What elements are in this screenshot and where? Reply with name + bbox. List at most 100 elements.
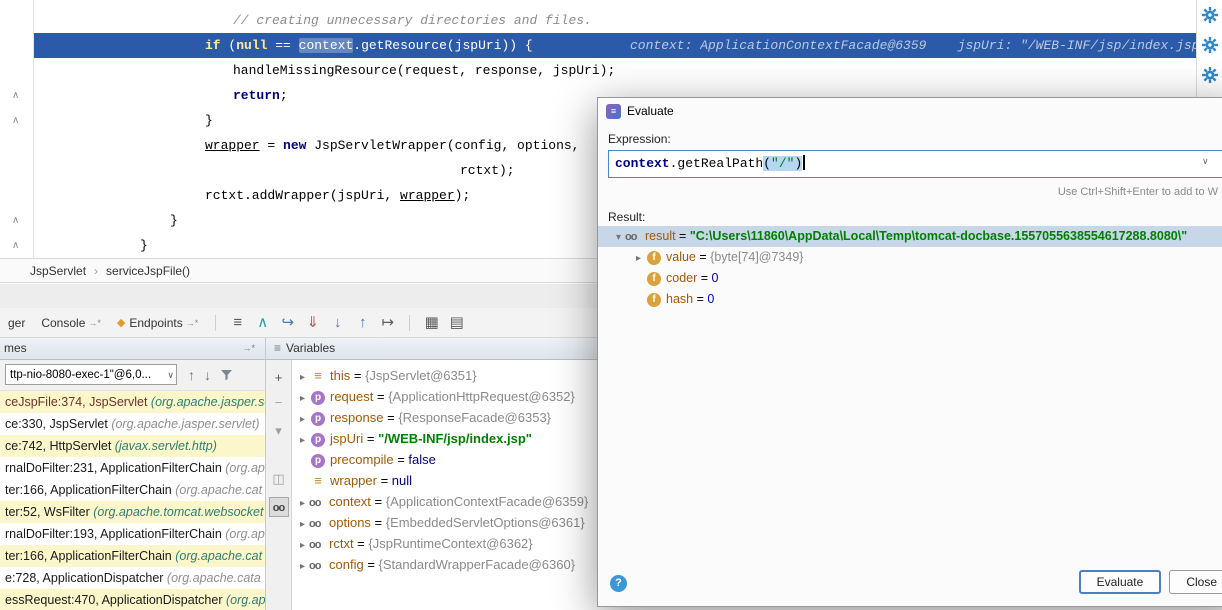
close-button[interactable]: Close	[1169, 570, 1222, 594]
add-watch-icon[interactable]: +	[269, 368, 289, 388]
variables-header-label: Variables	[286, 341, 335, 355]
expand-chevron-icon[interactable]: ▸	[296, 409, 309, 430]
expression-history-icon[interactable]: ∨	[1202, 156, 1209, 167]
fold-marker-icon[interactable]: ∧	[12, 208, 19, 233]
code-line[interactable]: }	[170, 208, 178, 233]
remove-watch-icon[interactable]: −	[269, 393, 289, 413]
code-token: ==	[267, 38, 298, 53]
frame-location: ter:52, WsFilter	[5, 505, 93, 519]
next-frame-icon[interactable]: ↓	[204, 367, 211, 383]
fold-marker-icon[interactable]: ∧	[12, 108, 19, 133]
code-line[interactable]: rctxt.addWrapper(jspUri, wrapper);	[205, 183, 470, 208]
expand-chevron-icon[interactable]: ▸	[296, 388, 309, 409]
code-line[interactable]: wrapper = new JspServletWrapper(config, …	[205, 133, 579, 158]
gear-icon[interactable]	[1201, 66, 1219, 84]
frame-row[interactable]: rnalDoFilter:231, ApplicationFilterChain…	[0, 457, 265, 479]
result-child-row[interactable]: fhash = 0	[598, 289, 1222, 310]
step-over-icon[interactable]: ↪	[275, 309, 300, 337]
tab-console[interactable]: Console→*	[33, 308, 109, 338]
frame-row[interactable]: e:728, ApplicationDispatcher (org.apache…	[0, 567, 265, 589]
expand-chevron-icon[interactable]: ▸	[296, 514, 309, 535]
frame-row[interactable]: ceJspFile:374, JspServlet (org.apache.ja…	[0, 391, 265, 413]
code-token: ;	[280, 88, 288, 103]
code-token: null	[236, 38, 267, 53]
frame-location: rnalDoFilter:193, ApplicationFilterChain	[5, 527, 225, 541]
execution-line-code: if (null == context.getResource(jspUri))…	[205, 33, 533, 58]
view-as-table-icon[interactable]: ▦	[419, 309, 444, 337]
help-icon[interactable]: ?	[610, 575, 627, 592]
execution-line[interactable]: if (null == context.getResource(jspUri))…	[33, 33, 1196, 58]
code-line[interactable]: }	[205, 108, 213, 133]
jump-to-icon[interactable]: →*	[88, 318, 101, 328]
tab-debugger[interactable]: ger	[0, 308, 33, 338]
code-token: }	[170, 213, 178, 228]
show-watches-icon[interactable]: oo	[269, 497, 289, 517]
fold-marker-icon[interactable]: ∧	[12, 233, 19, 258]
field-icon: f	[647, 251, 661, 265]
previous-frame-icon[interactable]: ↑	[188, 367, 195, 383]
frame-row[interactable]: ter:166, ApplicationFilterChain (org.apa…	[0, 479, 265, 501]
fold-marker-icon[interactable]: ∧	[12, 83, 19, 108]
field-name: value	[666, 250, 696, 264]
parameter-icon: p	[311, 433, 325, 447]
tab-endpoints[interactable]: ◆Endpoints→*	[109, 308, 206, 338]
expand-chevron-icon[interactable]: ▸	[296, 535, 309, 556]
expression-token: context	[615, 156, 670, 171]
code-line[interactable]: }	[140, 233, 148, 258]
force-step-into-icon[interactable]: ⇓	[300, 309, 325, 337]
frame-row[interactable]: ce:742, HttpServlet (javax.servlet.http)	[0, 435, 265, 457]
collapse-chevron-icon[interactable]: ▾	[612, 227, 625, 247]
frame-row[interactable]: essRequest:470, ApplicationDispatcher (o…	[0, 589, 265, 610]
result-child-row[interactable]: ▸fvalue = {byte[74]@7349}	[598, 247, 1222, 268]
code-line[interactable]: // creating unnecessary directories and …	[233, 8, 592, 33]
editor-gutter: ∧∧∧∧	[0, 0, 34, 258]
code-line[interactable]: rctxt);	[460, 158, 515, 183]
expand-chevron-icon[interactable]: ▸	[296, 367, 309, 388]
layout-settings-icon[interactable]: ▤	[444, 309, 469, 337]
chevron-down-icon[interactable]: ∨	[167, 365, 174, 385]
frame-row[interactable]: ter:166, ApplicationFilterChain (org.apa…	[0, 545, 265, 567]
show-execution-point-icon[interactable]: ∧	[250, 309, 275, 337]
watch-glasses-icon: oo	[309, 535, 326, 556]
expand-chevron-icon[interactable]: ▸	[296, 556, 309, 577]
result-name: result	[645, 229, 676, 243]
jump-to-icon[interactable]: →*	[186, 318, 199, 328]
result-row[interactable]: ▾ooresult = "C:\Users\11860\AppData\Loca…	[598, 226, 1222, 247]
jump-to-source-icon[interactable]: →*	[242, 338, 255, 359]
restore-layout-icon[interactable]: ≡	[225, 309, 250, 337]
breadcrumb-item-method[interactable]: serviceJspFile()	[106, 264, 190, 278]
duplicate-watch-icon[interactable]: ◫	[269, 469, 289, 489]
frames-panel-header[interactable]: mes →*	[0, 338, 266, 360]
code-token: wrapper	[205, 138, 260, 153]
evaluate-dialog-titlebar[interactable]: ≡ Evaluate	[598, 98, 1222, 124]
expand-chevron-icon[interactable]: ▸	[632, 248, 645, 268]
thread-selector[interactable]: ttp-nio-8080-exec-1"@6,0... ∨	[5, 364, 177, 385]
frame-row[interactable]: ter:52, WsFilter (org.apache.tomcat.webs…	[0, 501, 265, 523]
gear-icon[interactable]	[1201, 6, 1219, 24]
run-to-cursor-icon[interactable]: ↦	[375, 309, 400, 337]
move-watch-down-icon[interactable]: ▾	[269, 421, 289, 441]
evaluate-dialog-icon: ≡	[606, 104, 621, 119]
expression-input[interactable]: context.getRealPath("/")	[608, 150, 1222, 178]
toolbar-separator	[215, 315, 216, 331]
result-child-row[interactable]: fcoder = 0	[598, 268, 1222, 289]
text-caret	[803, 155, 805, 170]
frame-row[interactable]: ce:330, JspServlet (org.apache.jasper.se…	[0, 413, 265, 435]
step-into-icon[interactable]: ↓	[325, 309, 350, 337]
frame-row[interactable]: rnalDoFilter:193, ApplicationFilterChain…	[0, 523, 265, 545]
expand-chevron-icon[interactable]: ▸	[296, 493, 309, 514]
field-value: {byte[74]@7349}	[710, 250, 803, 264]
gear-icon[interactable]	[1201, 36, 1219, 54]
step-out-icon[interactable]: ↑	[350, 309, 375, 337]
code-token: context	[299, 38, 354, 53]
expand-chevron-icon[interactable]: ▸	[296, 430, 309, 451]
variable-name: jspUri	[330, 431, 363, 446]
code-line[interactable]: return;	[233, 83, 288, 108]
result-label: Result:	[608, 210, 645, 224]
expression-token: )	[794, 156, 802, 171]
filter-frames-icon[interactable]	[220, 368, 233, 381]
breadcrumb-item-class[interactable]: JspServlet	[30, 264, 86, 278]
code-line[interactable]: handleMissingResource(request, response,…	[233, 58, 615, 83]
evaluate-button[interactable]: Evaluate	[1079, 570, 1162, 594]
tab-console-label: Console	[41, 316, 85, 330]
